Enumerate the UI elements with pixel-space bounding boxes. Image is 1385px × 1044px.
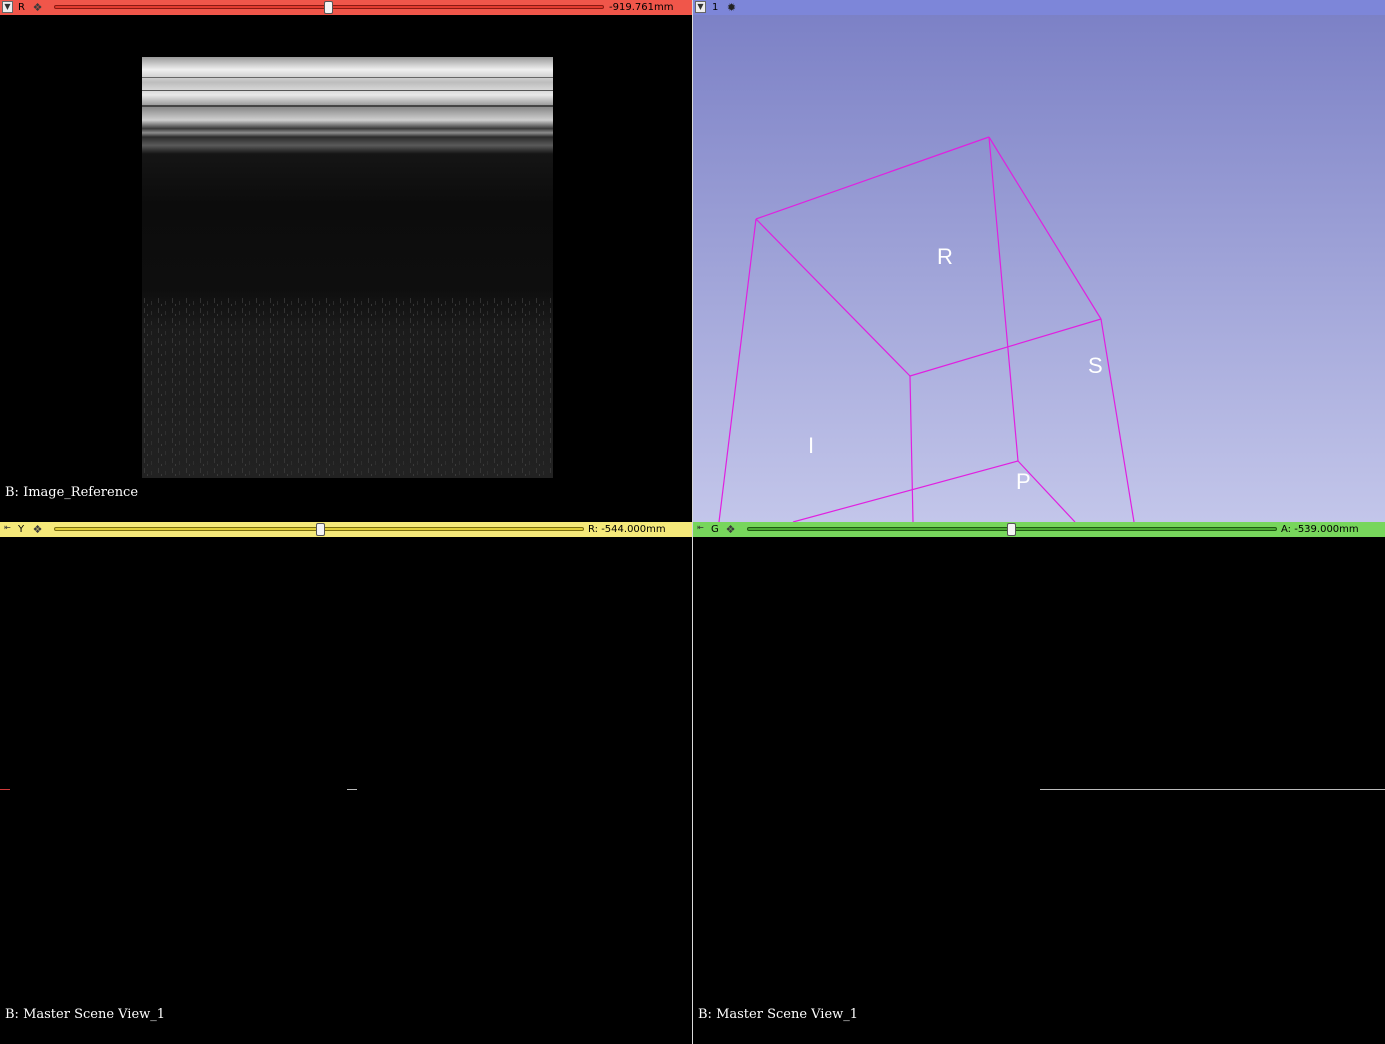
- yellow-slice-controller-bar: ⇤ Y ❖ R: -544.000mm: [0, 522, 692, 537]
- view-letter: R: [18, 2, 25, 13]
- slice-intersection-line: [347, 789, 357, 790]
- green-slice-view[interactable]: ⇤ G ❖ A: -539.000mm B: Master Scene View…: [693, 522, 1385, 1044]
- view-caption: B: Master Scene View_1: [5, 1007, 166, 1022]
- orientation-label-inferior: I: [808, 433, 814, 458]
- slice-offset-readout: -919.761mm: [609, 2, 674, 13]
- green-slice-controller-bar: ⇤ G ❖ A: -539.000mm: [693, 522, 1385, 537]
- yellow-slice-view[interactable]: ⇤ Y ❖ R: -544.000mm B: Master Scene View…: [0, 522, 692, 1044]
- pin-icon[interactable]: ▼: [695, 1, 706, 13]
- slice-offset-readout: R: -544.000mm: [588, 524, 666, 535]
- slice-offset-readout: A: -539.000mm: [1281, 524, 1359, 535]
- slice-offset-slider-thumb[interactable]: [1007, 523, 1016, 536]
- threed-view[interactable]: ▼ 1 ✹ R S I P: [693, 0, 1385, 522]
- pin-icon[interactable]: ⇤: [695, 523, 706, 535]
- orientation-label-right: R: [937, 244, 953, 269]
- slice-intersection-line: [1040, 789, 1385, 790]
- bounding-box-wireframe: R S I P: [718, 136, 1135, 522]
- view-caption: B: Master Scene View_1: [698, 1007, 859, 1022]
- orientation-label-superior: S: [1088, 353, 1103, 378]
- pin-icon[interactable]: ⇤: [2, 523, 13, 535]
- pin-icon[interactable]: ▼: [2, 1, 13, 13]
- slice-intersection-line: [0, 789, 10, 790]
- slice-image: [142, 57, 553, 478]
- center-view-icon[interactable]: ✹: [725, 1, 738, 14]
- threed-controller-bar: ▼ 1 ✹: [693, 0, 1385, 15]
- view-divider: [692, 0, 693, 1044]
- slice-offset-slider-thumb[interactable]: [324, 1, 333, 14]
- orientation-label-posterior: P: [1016, 469, 1031, 494]
- red-slice-controller-bar: ▼ R ❖ -919.761mm: [0, 0, 692, 15]
- link-icon[interactable]: ❖: [31, 523, 44, 536]
- view-letter: Y: [18, 524, 25, 535]
- view-letter: G: [711, 524, 719, 535]
- red-slice-view[interactable]: ▼ R ❖ -919.761mm B: Image_Reference: [0, 0, 692, 522]
- link-icon[interactable]: ❖: [31, 1, 44, 14]
- view-caption: B: Image_Reference: [5, 485, 139, 500]
- view-index: 1: [712, 2, 719, 13]
- slice-offset-slider-thumb[interactable]: [316, 523, 325, 536]
- link-icon[interactable]: ❖: [724, 523, 737, 536]
